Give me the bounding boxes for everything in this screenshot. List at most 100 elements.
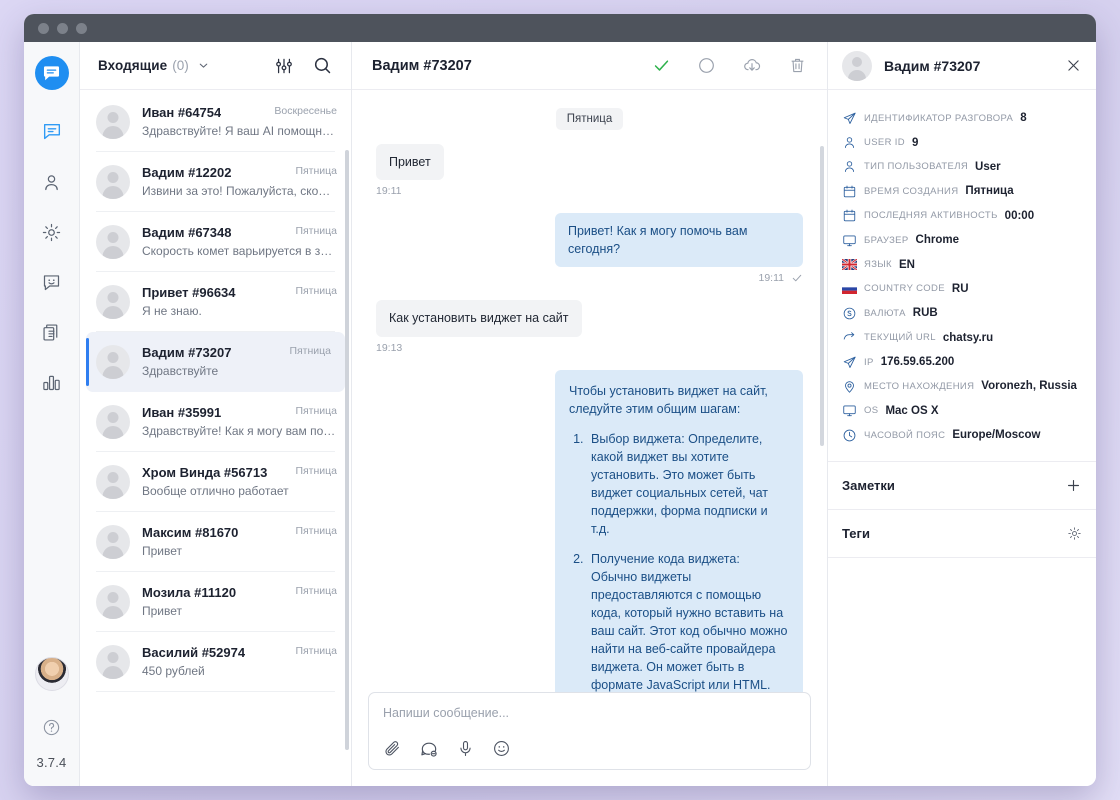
check-resolve-icon[interactable] (652, 56, 671, 75)
list-item-time: Пятница (295, 405, 337, 417)
conversation-scroll-area[interactable]: Иван #64754 Воскресенье Здравствуйте! Я … (80, 90, 351, 786)
rail-item-contacts[interactable] (32, 162, 72, 202)
answer-step: Выбор виджета: Определите, какой виджет … (587, 430, 789, 539)
page-title: Вадим #73207 (372, 57, 472, 74)
paperclip-icon[interactable] (383, 739, 402, 759)
list-item[interactable]: Хром Винда #56713 Пятница Вообще отлично… (80, 452, 351, 512)
search-icon[interactable] (312, 55, 333, 76)
property-key: ВАЛЮТА (864, 307, 906, 319)
avatar (96, 105, 130, 139)
inbox-header: Входящие (0) (80, 42, 351, 90)
monitor-icon (842, 403, 864, 418)
property-value: 8 (1020, 112, 1027, 125)
avatar (96, 225, 130, 259)
message-input[interactable]: Напиши сообщение... (383, 706, 796, 720)
property-row: ЯЗЫК EN (842, 252, 1082, 276)
circle-open-icon[interactable] (697, 56, 716, 75)
chat-logo-icon[interactable] (34, 56, 69, 90)
property-value: chatsy.ru (942, 331, 994, 344)
rail-item-documents[interactable] (32, 312, 72, 352)
window-titlebar (24, 14, 1096, 42)
chevron-down-icon[interactable] (197, 59, 210, 72)
emoji-smiley-icon[interactable] (492, 739, 511, 759)
property-key: IP (864, 356, 874, 368)
link-arrow-icon (842, 330, 864, 345)
send-plane-icon (842, 111, 864, 126)
list-item[interactable]: Василий #52974 Пятница 450 рублей (80, 632, 351, 692)
property-key: БРАУЗЕР (864, 234, 909, 246)
list-item-preview: Привет (142, 544, 183, 558)
list-item[interactable]: Привет #96634 Пятница Я не знаю. (80, 272, 351, 332)
cloud-archive-icon[interactable] (742, 56, 762, 76)
plus-icon[interactable] (1065, 477, 1082, 494)
property-value: Voronezh, Russia (981, 380, 1077, 393)
person-icon (842, 135, 864, 150)
rail-item-chats[interactable] (32, 112, 72, 152)
conversation-list-scrollbar[interactable] (345, 150, 349, 750)
microphone-icon[interactable] (456, 739, 475, 759)
notes-section: Заметки (828, 462, 1096, 511)
list-item-selected[interactable]: Вадим #73207 Пятница Здравствуйте (86, 332, 345, 392)
list-item[interactable]: Иван #35991 Пятница Здравствуйте! Как я … (80, 392, 351, 452)
window-close-button[interactable] (38, 22, 49, 34)
avatar (96, 345, 130, 379)
avatar (96, 465, 130, 499)
list-item-time: Воскресенье (274, 105, 337, 117)
message-meta: 19:11 (376, 185, 402, 197)
list-item[interactable]: Максим #81670 Пятница Привет (80, 512, 351, 572)
window-zoom-button[interactable] (76, 22, 87, 34)
rail-item-analytics[interactable] (32, 362, 72, 402)
property-value: Пятница (965, 185, 1014, 198)
location-pin-icon (842, 379, 864, 394)
message-list[interactable]: Пятница Привет 19:11 Привет! Как я могу … (352, 90, 827, 692)
avatar (96, 645, 130, 679)
rail-item-settings[interactable] (32, 212, 72, 252)
avatar (842, 50, 872, 81)
property-row: ЧАСОВОЙ ПОЯС Europe/Moscow (842, 423, 1082, 447)
property-row: ТИП ПОЛЬЗОВАТЕЛЯ User (842, 155, 1082, 179)
property-value: RU (951, 282, 969, 295)
monitor-icon (842, 233, 864, 248)
message-meta: 19:13 (376, 342, 402, 354)
property-row: ПОСЛЕДНЯЯ АКТИВНОСТЬ 00:00 (842, 204, 1082, 228)
list-item-name: Максим #81670 (142, 525, 239, 540)
list-item[interactable]: Мозила #11120 Пятница Привет (80, 572, 351, 632)
list-item[interactable]: Вадим #67348 Пятница Скорость комет варь… (80, 212, 351, 272)
conversation-list-panel: Входящие (0) Иван #64754 Воскресенье Здр… (80, 42, 352, 786)
property-value: User (975, 160, 1001, 173)
answer-intro: Чтобы установить виджет на сайт, следуйт… (569, 383, 768, 416)
contact-name: Вадим #73207 (884, 57, 981, 74)
flag-uk-icon (842, 259, 864, 271)
property-row: БРАУЗЕР Chrome (842, 228, 1082, 252)
property-value: 176.59.65.200 (880, 356, 955, 369)
avatar (96, 405, 130, 439)
message-time: 19:13 (376, 341, 403, 354)
close-icon[interactable] (1065, 57, 1082, 74)
property-key: ЯЗЫК (864, 259, 892, 271)
app-version: 3.7.4 (36, 755, 67, 770)
avatar (96, 585, 130, 619)
list-item[interactable]: Вадим #12202 Пятница Извини за это! Пожа… (80, 152, 351, 212)
message-bubble-long: Чтобы установить виджет на сайт, следуйт… (555, 369, 803, 692)
list-item-time: Пятница (295, 585, 337, 597)
help-circle-icon[interactable] (32, 707, 72, 747)
gear-icon[interactable] (1067, 526, 1082, 541)
list-item[interactable]: Иван #64754 Воскресенье Здравствуйте! Я … (80, 92, 351, 152)
filter-sliders-icon[interactable] (274, 56, 294, 76)
property-value: RUB (912, 307, 938, 320)
property-key: ВРЕМЯ СОЗДАНИЯ (864, 185, 959, 197)
rail-item-widget[interactable] (32, 262, 72, 302)
list-item-preview: Я не знаю. (142, 304, 202, 318)
list-item-time: Пятница (295, 525, 337, 537)
property-row: ТЕКУЩИЙ URL chatsy.ru (842, 326, 1082, 350)
chat-scrollbar[interactable] (820, 146, 824, 446)
avatar[interactable] (34, 657, 69, 691)
message-row-incoming: Привет 19:11 (376, 144, 803, 197)
list-item-preview: Здравствуйте (142, 364, 219, 378)
window-minimize-button[interactable] (57, 22, 68, 34)
message-composer[interactable]: Напиши сообщение... (368, 692, 811, 770)
property-row: ВРЕМЯ СОЗДАНИЯ Пятница (842, 179, 1082, 203)
trash-icon[interactable] (788, 56, 807, 75)
list-item-time: Пятница (295, 285, 337, 297)
canned-response-icon[interactable] (419, 739, 439, 759)
